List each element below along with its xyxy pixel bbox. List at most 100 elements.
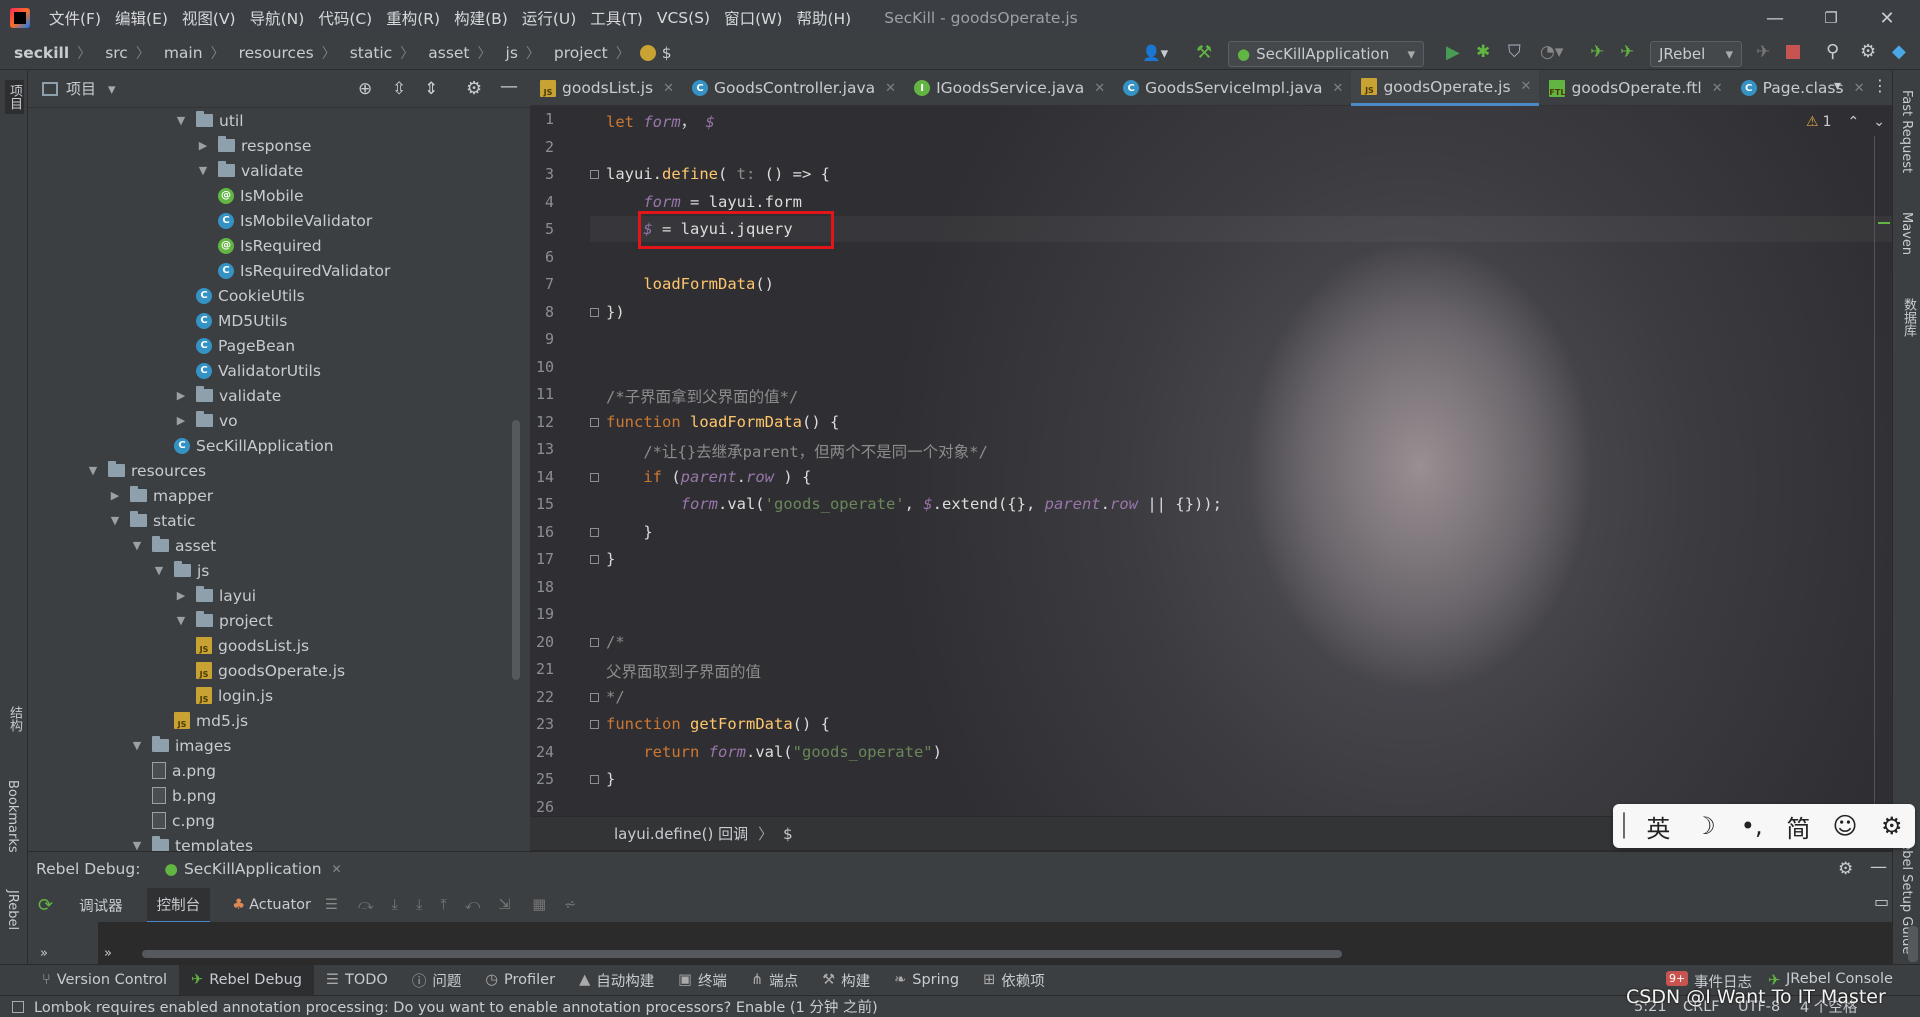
jrebel-run-icon[interactable]: ✈ (1590, 42, 1604, 62)
tree-node-folder[interactable]: ▼ asset (130, 533, 216, 558)
close-icon[interactable]: ✕ (1859, 0, 1915, 36)
tree-node-js[interactable]: JS md5.js (174, 708, 248, 733)
run-icon[interactable]: ▶ (1446, 42, 1460, 63)
menu-item[interactable]: 文件(F) (42, 7, 108, 29)
rerun-icon[interactable]: ⟳ (38, 895, 53, 916)
drop-frame-icon[interactable]: ⤺ (465, 897, 481, 913)
tree-node-folder[interactable]: ▶ mapper (108, 483, 213, 508)
code-line[interactable]: }) (606, 303, 625, 321)
tree-node-folder[interactable]: ▶ validate (174, 383, 281, 408)
tool-window-4[interactable]: ◷ Profiler (473, 972, 567, 988)
collapse-all-icon[interactable]: ⇕ (424, 79, 438, 99)
chevron-down-icon[interactable]: ▼ (152, 564, 166, 577)
tree-node-png[interactable]: b.png (152, 783, 216, 808)
jrebel-tool-button[interactable]: JRebel (5, 890, 20, 930)
fold-marker-icon[interactable] (590, 307, 599, 317)
jrebel-console-button[interactable]: JRebel Console (1786, 971, 1893, 987)
tab-goodslist-js[interactable]: JS goodsList.js ✕ (530, 70, 682, 106)
menu-item[interactable]: 运行(U) (515, 7, 583, 29)
tree-node-folder[interactable]: ▶ layui (174, 583, 256, 608)
tree-node-class[interactable]: C IsRequiredValidator (218, 258, 390, 283)
tree-node-js[interactable]: JS goodsOperate.js (196, 658, 345, 683)
tree-node-folder[interactable]: ▼ util (174, 108, 244, 133)
tool-window-10[interactable]: ⊞ 依赖项 (971, 970, 1057, 991)
stop-icon[interactable] (1786, 45, 1800, 59)
expand-icon[interactable]: » (104, 946, 112, 961)
code-line[interactable]: } (606, 550, 615, 568)
tab-goodscontroller-java[interactable]: C GoodsController.java ✕ (682, 70, 904, 106)
expand-icon[interactable]: » (40, 946, 48, 961)
tree-node-folder[interactable]: ▼ images (130, 733, 231, 758)
build-hammer-icon[interactable]: ⚒ (1196, 42, 1212, 63)
tree-node-folder[interactable]: ▼ project (174, 608, 273, 633)
chevron-right-icon[interactable]: ▶ (174, 414, 188, 427)
profile-icon[interactable]: ◔▾ (1540, 42, 1563, 62)
code-line[interactable]: /*子界面拿到父界面的值*/ (606, 385, 798, 407)
ime-handle-icon[interactable]: │ (1613, 814, 1635, 839)
ime-emoji-icon[interactable]: ☺ (1822, 812, 1869, 840)
tree-node-folder[interactable]: ▼ validate (196, 158, 303, 183)
code-line[interactable]: */ (606, 688, 625, 706)
close-icon[interactable]: ✕ (1854, 81, 1865, 96)
settings-gear-icon[interactable]: ⚙ (1860, 41, 1876, 62)
tree-node-js[interactable]: JS login.js (196, 683, 273, 708)
trace-icon[interactable]: ⩫ (564, 897, 576, 913)
fold-marker-icon[interactable] (590, 170, 599, 179)
code-line[interactable]: /*让{}去继承parent，但两个不是同一个对象*/ (606, 440, 988, 462)
code-line[interactable]: /* (606, 633, 625, 651)
tree-scrollbar[interactable] (512, 420, 520, 680)
close-icon[interactable]: ✕ (1094, 81, 1105, 96)
chevron-down-icon[interactable]: ▼ (174, 114, 188, 127)
close-icon[interactable]: ✕ (663, 81, 674, 96)
layout-icon[interactable]: ▭ (1874, 892, 1889, 911)
settings-gear-icon[interactable]: ⚙ (466, 78, 482, 99)
tree-node-folder[interactable]: ▼ static (108, 508, 196, 533)
restore-icon[interactable]: ❐ (1803, 0, 1859, 36)
status-message[interactable]: Lombok requires enabled annotation proce… (34, 996, 878, 1017)
chevron-right-icon[interactable]: ▶ (196, 139, 210, 152)
menu-item[interactable]: 构建(B) (447, 7, 515, 29)
more-icon[interactable]: ⋮ (1872, 76, 1888, 95)
tool-window-2[interactable]: ☰ TODO (314, 972, 400, 988)
menu-item[interactable]: 代码(C) (311, 7, 379, 29)
code-editor[interactable]: 1 2 3 4 5 6 7 8 9 10 11 12 13 14 15 16 17 18 19 20 21 22 23 24 2… (530, 106, 1892, 816)
coverage-icon[interactable]: ⛉ (1508, 42, 1521, 62)
menu-item[interactable]: VCS(S) (650, 9, 717, 27)
breadcrumb-item[interactable]: main (150, 44, 203, 62)
fold-marker-icon[interactable] (590, 472, 599, 482)
menu-item[interactable]: 窗口(W) (717, 7, 789, 29)
tool-window-3[interactable]: ⓘ 问题 (400, 970, 474, 991)
structure-tool-button[interactable]: 结构 (5, 706, 24, 732)
attach-icon[interactable]: ✈ (1756, 42, 1770, 62)
editor-scroll-stripe[interactable] (1874, 136, 1886, 816)
tab-actuator[interactable]: Actuator (249, 897, 311, 913)
project-tool-button[interactable]: 项目 (5, 80, 24, 114)
code-line[interactable]: return form.val("goods_operate") (606, 743, 942, 761)
tool-window-0[interactable]: ⑂ Version Control (30, 972, 179, 988)
tool-window-1[interactable]: ✈ Rebel Debug (179, 964, 314, 996)
chevron-down-icon[interactable]: ▼ (86, 464, 100, 477)
tree-node-class[interactable]: C ValidatorUtils (196, 358, 321, 383)
locate-icon[interactable]: ⊕ (358, 79, 372, 99)
chevron-down-icon[interactable]: ▼ (130, 839, 144, 851)
debug-session-tab[interactable]: SecKillApplication (184, 860, 322, 878)
run-to-cursor-icon[interactable]: ⇲ (498, 897, 510, 913)
debug-icon[interactable]: ✱ (1476, 42, 1490, 62)
force-step-into-icon[interactable]: ⤓ (416, 897, 422, 913)
fold-marker-icon[interactable] (590, 637, 599, 647)
settings-gear-icon[interactable]: ⚙ (1838, 859, 1853, 879)
tab-goodsoperate-js[interactable]: JS goodsOperate.js ✕ (1351, 70, 1540, 106)
menu-item[interactable]: 重构(R) (379, 7, 447, 29)
breadcrumb-item[interactable]: resources (225, 44, 314, 62)
close-icon[interactable]: ✕ (885, 81, 896, 96)
jrebel-debug-icon[interactable]: ✈ (1620, 42, 1634, 62)
fold-marker-icon[interactable] (590, 775, 599, 784)
chevron-right-icon[interactable]: ▶ (174, 589, 188, 602)
tree-node-folder[interactable]: ▼ resources (86, 458, 206, 483)
chevron-right-icon[interactable]: ▶ (174, 389, 188, 402)
code-line[interactable]: } (606, 770, 615, 788)
code-line[interactable]: function getFormData() { (606, 715, 830, 733)
search-icon[interactable]: ⚲ (1826, 41, 1839, 62)
step-out-icon[interactable]: ⤒ (440, 897, 446, 913)
breadcrumb-item[interactable]: src (91, 44, 128, 62)
